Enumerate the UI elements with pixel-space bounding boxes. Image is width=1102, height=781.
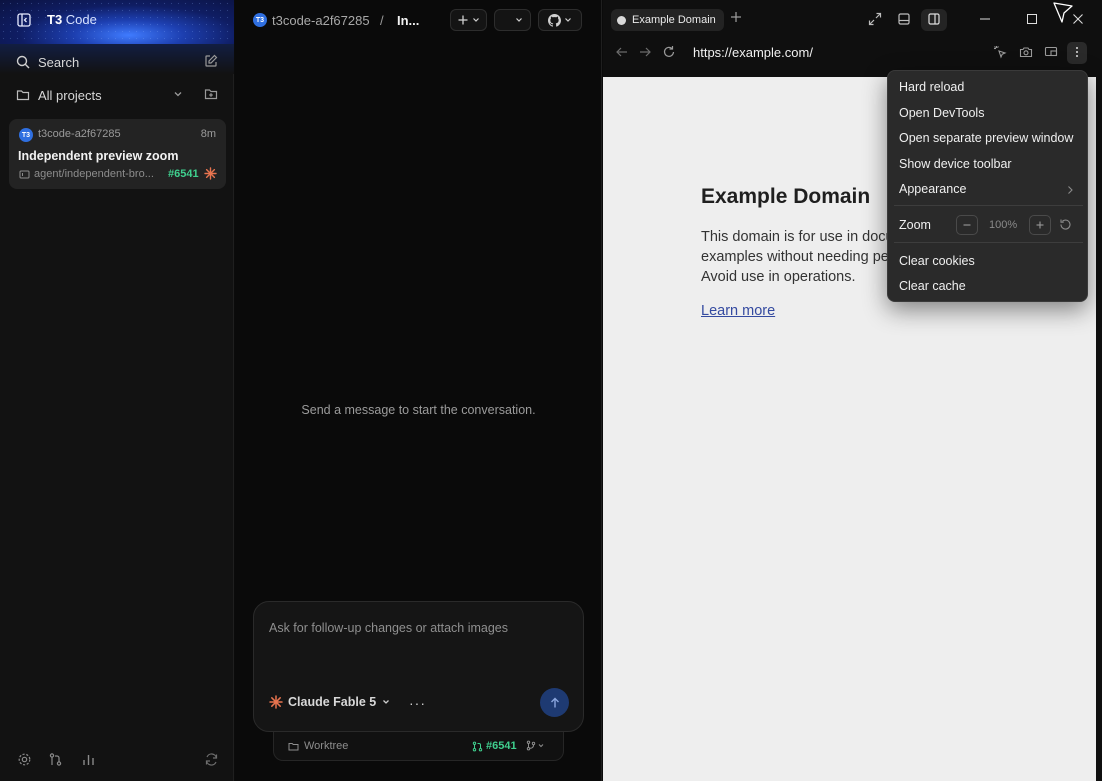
send-button[interactable]: [540, 688, 569, 717]
reset-icon[interactable]: [1059, 218, 1072, 231]
brand-name-bold: T3: [47, 12, 63, 27]
new-folder-icon[interactable]: [204, 87, 218, 101]
camera-icon[interactable]: [1019, 45, 1033, 59]
editor-select-button[interactable]: [494, 9, 531, 31]
browser-more-menu: Hard reload Open DevTools Open separate …: [887, 70, 1088, 302]
git-compare-icon[interactable]: [47, 751, 63, 767]
browser-tab[interactable]: Example Domain: [611, 9, 724, 31]
thread-list-item[interactable]: T3 t3code-a2f67285 8m Independent previe…: [9, 119, 226, 189]
learn-more-link[interactable]: Learn more: [701, 303, 775, 319]
menu-divider: [894, 205, 1083, 206]
more-vertical-icon: [1070, 45, 1084, 59]
zoom-value: 100%: [989, 219, 1018, 231]
forward-icon[interactable]: [638, 45, 652, 59]
project-logo: T3: [253, 13, 267, 27]
menu-item-clear-cookies[interactable]: Clear cookies: [899, 254, 975, 268]
project-logo: T3: [19, 128, 33, 142]
expand-icon[interactable]: [868, 12, 882, 26]
search-icon: [16, 55, 30, 69]
all-projects-selector[interactable]: All projects: [16, 85, 220, 105]
folder-icon: [16, 88, 30, 102]
composer-placeholder[interactable]: Ask for follow-up changes or attach imag…: [269, 621, 508, 635]
panel-bottom-icon[interactable]: [897, 12, 911, 26]
search-button[interactable]: Search: [16, 52, 220, 72]
menu-item-hard-reload[interactable]: Hard reload: [899, 80, 964, 94]
message-composer[interactable]: Ask for follow-up changes or attach imag…: [253, 601, 584, 732]
menu-item-clear-cache[interactable]: Clear cache: [899, 279, 966, 293]
zoom-out-button[interactable]: [956, 215, 978, 235]
composer-more-button[interactable]: ···: [409, 695, 426, 711]
plus-icon: [457, 14, 469, 26]
branch-icon[interactable]: [526, 740, 546, 751]
chart-icon[interactable]: [80, 751, 96, 767]
pr-badge[interactable]: #6541: [168, 168, 199, 180]
screen-icon[interactable]: [1044, 45, 1058, 59]
breadcrumb-thread-title[interactable]: In...: [397, 13, 419, 28]
breadcrumb-project[interactable]: t3code-a2f67285: [272, 13, 370, 28]
reload-icon[interactable]: [662, 45, 676, 59]
mouse-cursor-icon: [1053, 2, 1073, 24]
brand-name-light: Code: [65, 12, 97, 27]
thread-age: 8m: [200, 128, 216, 140]
worktree-selector[interactable]: Worktree: [288, 740, 348, 752]
github-icon: [547, 13, 561, 27]
chevron-down-icon[interactable]: [172, 88, 184, 100]
worktree-label: Worktree: [304, 740, 349, 752]
globe-icon: [617, 15, 626, 25]
minimize-icon[interactable]: [979, 12, 991, 26]
url-field[interactable]: https://example.com/: [693, 45, 813, 60]
arrow-up-icon: [549, 697, 561, 709]
page-heading: Example Domain: [701, 185, 871, 208]
appearance-label: Appearance: [899, 182, 967, 196]
zoom-in-button[interactable]: [1029, 215, 1051, 235]
worktree-pr-number: #6541: [486, 740, 517, 752]
chevron-down-icon: [381, 697, 391, 707]
github-menu-button[interactable]: [538, 9, 582, 31]
zoom-label: Zoom: [899, 218, 931, 232]
add-action-button[interactable]: [450, 9, 487, 31]
empty-conversation-message: Send a message to start the conversation…: [301, 403, 536, 417]
thread-project-name: t3code-a2f67285: [38, 128, 121, 140]
thread-branch: agent/independent-bro...: [34, 168, 154, 180]
refresh-icon[interactable]: [203, 751, 219, 767]
panel-right-icon: [927, 12, 941, 26]
sidebar: T3 Code Search All projects T3 t3code-a2…: [0, 0, 234, 781]
breadcrumb-separator: /: [380, 13, 384, 28]
menu-item-open-preview-window[interactable]: Open separate preview window: [899, 131, 1073, 145]
chevron-down-icon: [563, 15, 573, 25]
tab-title: Example Domain: [632, 14, 716, 26]
search-label: Search: [38, 54, 80, 70]
chevron-down-icon: [514, 15, 524, 25]
settings-icon[interactable]: [16, 751, 32, 767]
sidebar-toggle-icon[interactable]: [16, 12, 32, 28]
worktree-bar: Worktree #6541: [273, 732, 564, 761]
thread-title: Independent preview zoom: [18, 149, 179, 163]
menu-item-open-devtools[interactable]: Open DevTools: [899, 106, 984, 120]
menu-item-device-toolbar[interactable]: Show device toolbar: [899, 157, 1012, 171]
compose-icon[interactable]: [204, 54, 218, 68]
maximize-icon[interactable]: [1026, 12, 1038, 26]
model-selector[interactable]: Claude Fable 5: [269, 695, 391, 709]
pick-element-icon[interactable]: [993, 45, 1007, 59]
chevron-down-icon: [471, 15, 481, 25]
branch-icon: [19, 169, 30, 180]
sidebar-header-background: [0, 0, 234, 44]
app-brand: T3 Code: [47, 12, 97, 27]
worktree-pr-badge[interactable]: #6541: [472, 740, 517, 752]
close-icon[interactable]: [1072, 12, 1084, 26]
sparkle-icon: [204, 167, 217, 180]
menu-item-appearance[interactable]: Appearance: [899, 182, 1079, 196]
chat-pane: T3 t3code-a2f67285 / In... Send a messag…: [235, 0, 602, 781]
folder-icon: [288, 741, 299, 752]
chevron-right-icon: [1065, 184, 1075, 196]
model-name: Claude Fable 5: [288, 695, 377, 709]
menu-divider: [894, 242, 1083, 243]
plus-icon[interactable]: [730, 11, 742, 23]
projects-label: All projects: [38, 87, 102, 103]
git-pull-request-icon: [472, 741, 483, 752]
sparkle-icon: [269, 695, 283, 709]
back-icon[interactable]: [615, 45, 629, 59]
